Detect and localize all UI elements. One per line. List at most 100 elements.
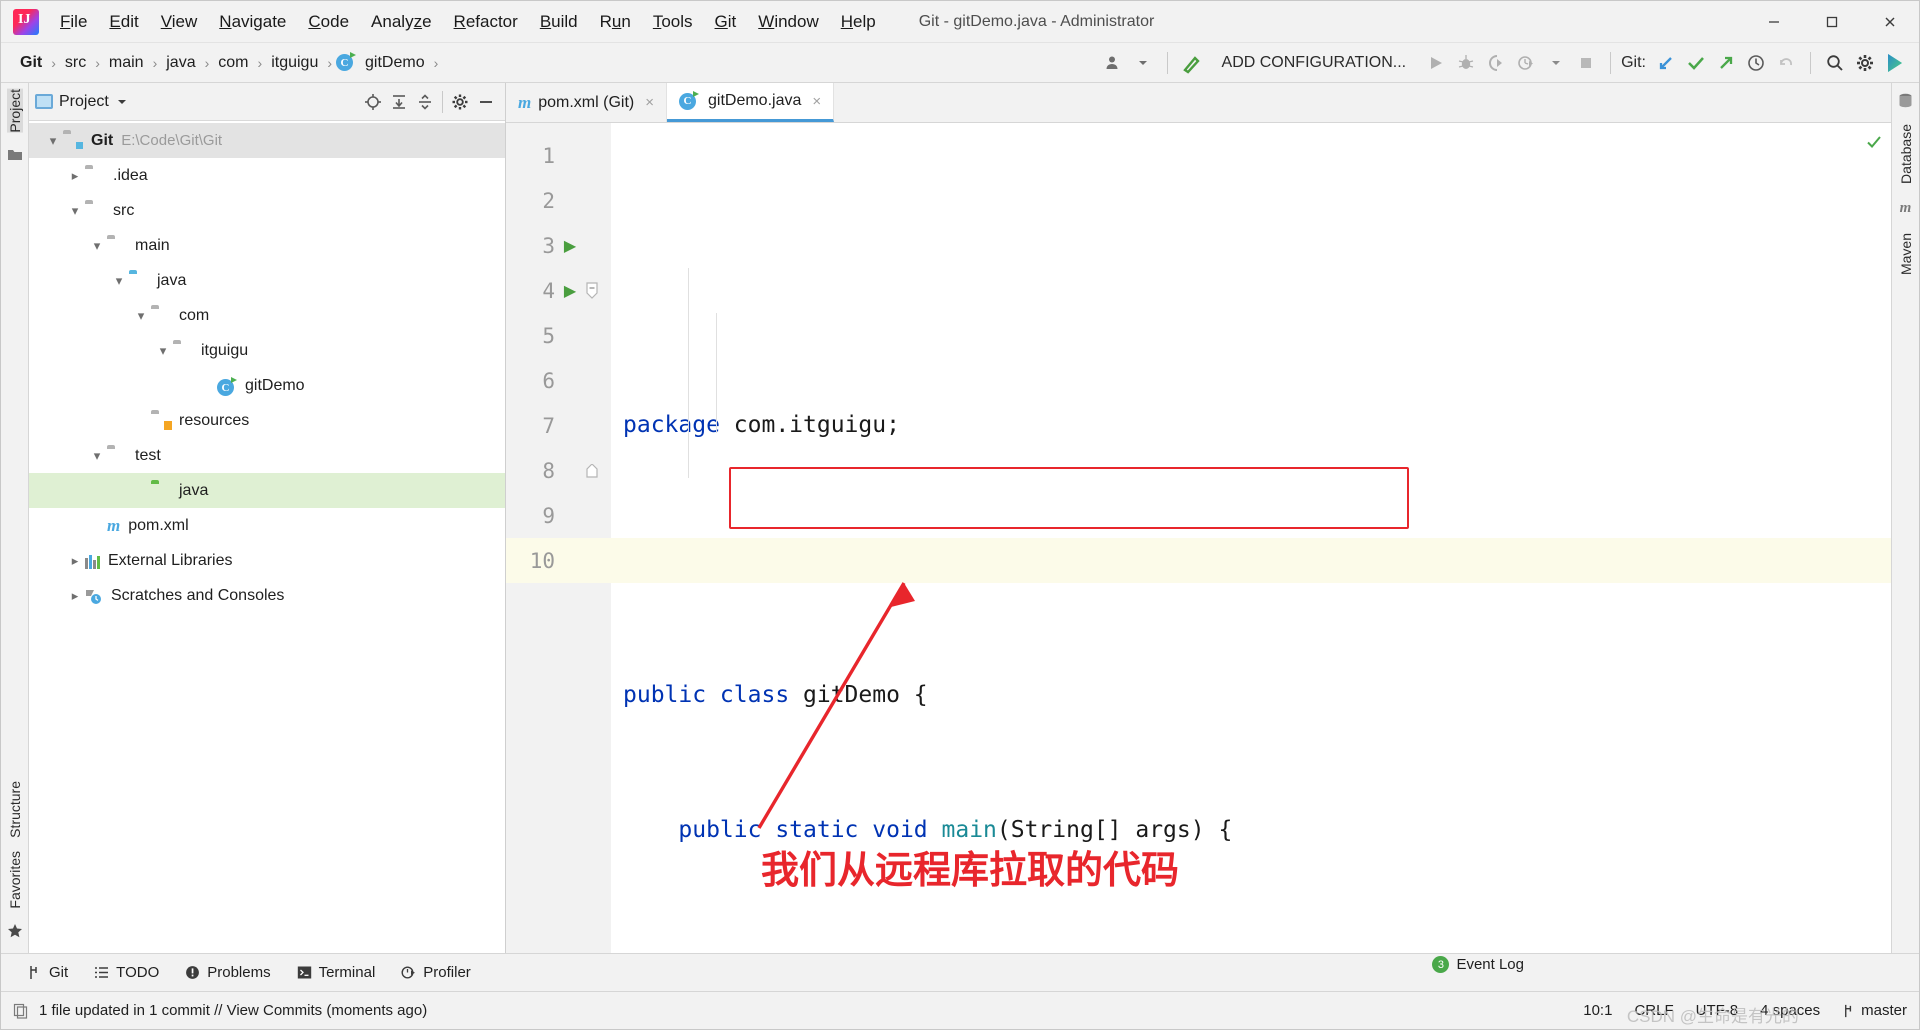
menu-item-code[interactable]: Code (297, 7, 360, 37)
stop-icon[interactable] (1572, 49, 1600, 77)
tree-item-scratches-and-consoles[interactable]: ▸ Scratches and Consoles (29, 578, 505, 613)
menu-item-build[interactable]: Build (529, 7, 589, 37)
menu-item-git[interactable]: Git (704, 7, 748, 37)
menu-item-help[interactable]: Help (830, 7, 887, 37)
editor-gutter[interactable]: 1 2 3 ▶ 4 ▶ 5 6 7 8 9 10 (506, 123, 611, 953)
tool-window-profiler[interactable]: Profiler (401, 964, 471, 981)
breadcrumb-item-git[interactable]: Git (15, 52, 47, 74)
tree-item-itguigu[interactable]: ▾ itguigu (29, 333, 505, 368)
tree-item-com[interactable]: ▾ com (29, 298, 505, 333)
git-branch-widget[interactable]: master (1842, 1002, 1907, 1019)
tree-item-resources[interactable]: ▸ resources (29, 403, 505, 438)
tool-window-todo[interactable]: TODO (94, 964, 159, 981)
breadcrumb-item-com[interactable]: com (213, 52, 253, 74)
tool-button-maven[interactable]: Maven (1898, 233, 1914, 275)
close-tab-icon[interactable]: × (812, 93, 821, 110)
expand-all-icon[interactable] (386, 89, 412, 115)
chevron-right-icon[interactable]: ▸ (65, 588, 85, 604)
run-method-gutter-icon[interactable]: ▶ (555, 281, 585, 301)
tool-window-terminal[interactable]: Terminal (297, 964, 375, 981)
add-configuration-button[interactable]: ADD CONFIGURATION... (1208, 54, 1421, 72)
menu-item-run[interactable]: Run (589, 7, 642, 37)
breadcrumb-item-itguigu[interactable]: itguigu (266, 52, 323, 74)
debug-icon[interactable] (1452, 49, 1480, 77)
breadcrumb-item-gitdemo[interactable]: gitDemo (360, 52, 430, 74)
tool-window-git[interactable]: Git (27, 964, 68, 981)
breadcrumb-item-src[interactable]: src (60, 52, 91, 74)
menu-item-edit[interactable]: Edit (98, 7, 149, 37)
collapse-all-icon[interactable] (412, 89, 438, 115)
editor-tab-gitdemo-java[interactable]: C gitDemo.java × (667, 83, 835, 122)
tree-item-pom-xml[interactable]: ▸ m pom.xml (29, 508, 505, 543)
menu-item-analyze[interactable]: Analyze (360, 7, 443, 37)
code-editor[interactable]: 1 2 3 ▶ 4 ▶ 5 6 7 8 9 10 package com.itg… (506, 123, 1891, 953)
tool-button-database[interactable]: Database (1898, 124, 1914, 184)
git-push-icon[interactable] (1712, 49, 1740, 77)
menu-item-view[interactable]: View (150, 7, 209, 37)
fold-collapse-icon[interactable] (585, 281, 611, 300)
tool-window-problems[interactable]: Problems (185, 964, 271, 981)
settings-gear-icon[interactable] (447, 89, 473, 115)
chevron-down-icon[interactable]: ▾ (131, 308, 151, 324)
ide-play-icon[interactable] (1881, 49, 1909, 77)
tool-button-structure[interactable]: Structure (7, 781, 23, 838)
chevron-down-icon[interactable]: ▾ (87, 238, 107, 254)
editor-tab-pom-xml[interactable]: m pom.xml (Git) × (506, 83, 667, 122)
status-message[interactable]: 1 file updated in 1 commit // View Commi… (39, 1002, 427, 1019)
maximize-button[interactable] (1803, 1, 1861, 43)
tree-item-idea[interactable]: ▸ .idea (29, 158, 505, 193)
code-content[interactable]: package com.itguigu; public class gitDem… (611, 123, 1891, 953)
tree-item-main[interactable]: ▾ main (29, 228, 505, 263)
user-avatar-icon[interactable] (1099, 49, 1127, 77)
tree-item-gitdemo[interactable]: ▸ C gitDemo (29, 368, 505, 403)
close-tab-icon[interactable]: × (645, 94, 654, 111)
menu-item-navigate[interactable]: Navigate (208, 7, 297, 37)
chevron-down-icon[interactable]: ▾ (65, 203, 85, 219)
tree-item-external-libraries[interactable]: ▸ External Libraries (29, 543, 505, 578)
chevron-down-icon[interactable]: ▾ (109, 273, 129, 289)
menu-item-file[interactable]: File (49, 7, 98, 37)
locate-target-icon[interactable] (360, 89, 386, 115)
menu-item-tools[interactable]: Tools (642, 7, 704, 37)
build-hammer-icon[interactable] (1178, 49, 1206, 77)
chevron-right-icon[interactable]: ▸ (65, 168, 85, 184)
menu-item-refactor[interactable]: Refactor (443, 7, 529, 37)
run-icon[interactable] (1422, 49, 1450, 77)
history-icon[interactable] (1742, 49, 1770, 77)
hide-panel-icon[interactable] (473, 89, 499, 115)
tree-item-test[interactable]: ▾ test (29, 438, 505, 473)
git-update-icon[interactable] (1652, 49, 1680, 77)
project-panel-title[interactable]: Project (59, 93, 109, 111)
main-menu[interactable]: File Edit View Navigate Code Analyze Ref… (49, 7, 887, 37)
run-class-gutter-icon[interactable]: ▶ (555, 236, 585, 256)
project-tree[interactable]: ▾ Git E:\Code\Git\Git ▸ .idea ▾ src ▾ ma… (29, 121, 505, 953)
copy-icon[interactable] (13, 1003, 29, 1019)
fold-end-icon[interactable] (585, 463, 611, 478)
settings-gear-icon[interactable] (1851, 49, 1879, 77)
tree-item-java-source[interactable]: ▾ java (29, 263, 505, 298)
caret-position[interactable]: 10:1 (1583, 1002, 1612, 1019)
chevron-down-icon[interactable] (109, 89, 135, 115)
tree-item-src[interactable]: ▾ src (29, 193, 505, 228)
rollback-icon[interactable] (1772, 49, 1800, 77)
profile-icon[interactable] (1512, 49, 1540, 77)
chevron-down-icon[interactable] (1542, 49, 1570, 77)
chevron-down-icon[interactable]: ▾ (87, 448, 107, 464)
close-button[interactable] (1861, 1, 1919, 43)
search-everywhere-icon[interactable] (1821, 49, 1849, 77)
minimize-button[interactable] (1745, 1, 1803, 43)
chevron-down-icon[interactable]: ▾ (43, 133, 63, 149)
breadcrumb[interactable]: Git › src › main › java › com › itguigu … (1, 52, 440, 74)
breadcrumb-item-main[interactable]: main (104, 52, 149, 74)
chevron-down-icon[interactable] (1129, 49, 1157, 77)
event-log-widget[interactable]: 3 Event Log (1432, 956, 1524, 973)
inspections-ok-icon[interactable] (1865, 133, 1883, 151)
chevron-right-icon[interactable]: ▸ (65, 553, 85, 569)
tool-button-project[interactable]: Project (6, 89, 23, 133)
breadcrumb-item-java[interactable]: java (161, 52, 200, 74)
chevron-down-icon[interactable]: ▾ (153, 343, 173, 359)
tree-item-git-root[interactable]: ▾ Git E:\Code\Git\Git (29, 123, 505, 158)
git-commit-icon[interactable] (1682, 49, 1710, 77)
run-coverage-icon[interactable] (1482, 49, 1510, 77)
menu-item-window[interactable]: Window (747, 7, 829, 37)
